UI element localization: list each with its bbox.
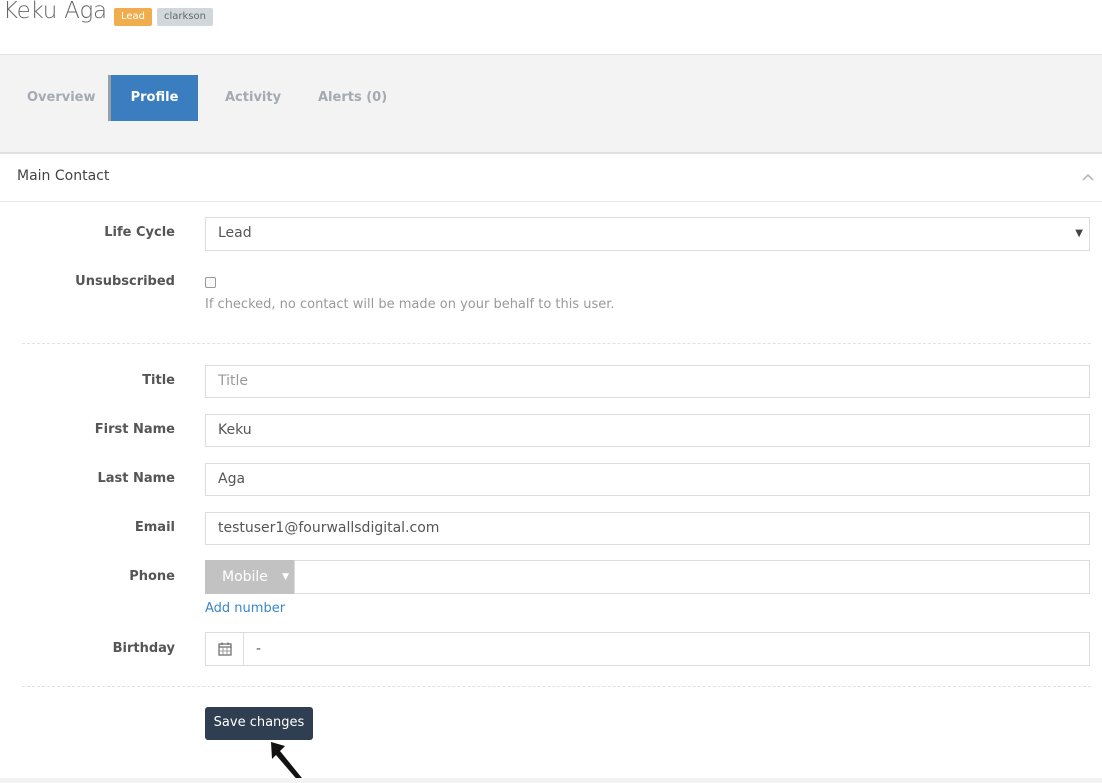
phone-type-select[interactable]: Mobile ▼ (205, 560, 294, 594)
panel-title: Main Contact (17, 168, 110, 184)
first-name-input[interactable]: Keku (205, 414, 1090, 447)
main-contact-panel: Main Contact Life Cycle Lead ▼ Unsubscri… (0, 152, 1102, 778)
calendar-icon (218, 642, 232, 656)
tab-activity[interactable]: Activity (225, 75, 281, 121)
title-input[interactable]: Title (205, 365, 1090, 398)
lifecycle-badge: Lead (114, 8, 153, 26)
birthday-input[interactable]: - (243, 632, 1090, 666)
tab-overview[interactable]: Overview (27, 75, 96, 121)
unsubscribed-help: If checked, no contact will be made on y… (205, 297, 615, 312)
tab-profile[interactable]: Profile (108, 75, 198, 121)
save-button[interactable]: Save changes (205, 707, 313, 740)
last-name-label: Last Name (97, 471, 175, 486)
section-divider (22, 686, 1091, 687)
owner-badge: clarkson (157, 8, 213, 26)
page-footer-band (0, 778, 1102, 783)
life-cycle-select[interactable]: Lead ▼ (205, 217, 1090, 251)
chevron-up-icon[interactable] (1081, 170, 1095, 184)
email-input[interactable]: testuser1@fourwallsdigital.com (205, 512, 1090, 545)
phone-number-input[interactable] (294, 560, 1090, 594)
tab-bar: Overview Profile Activity Alerts (0) (0, 55, 1102, 152)
email-label: Email (134, 520, 175, 535)
life-cycle-label: Life Cycle (104, 225, 175, 240)
first-name-label: First Name (94, 422, 175, 437)
calendar-button[interactable] (205, 632, 244, 666)
contact-name: Keku Aga (3, 0, 107, 24)
birthday-label: Birthday (112, 641, 175, 656)
arrow-pointer-icon (271, 742, 306, 783)
life-cycle-value: Lead (218, 225, 252, 241)
section-divider (22, 343, 1091, 344)
add-number-link[interactable]: Add number (205, 601, 285, 616)
dropdown-caret-icon: ▼ (1075, 228, 1083, 239)
dropdown-caret-icon: ▼ (282, 572, 289, 582)
title-label: Title (142, 373, 175, 388)
phone-label: Phone (129, 569, 175, 584)
last-name-input[interactable]: Aga (205, 463, 1090, 496)
phone-type-value: Mobile (222, 569, 268, 585)
unsubscribed-checkbox[interactable] (205, 277, 216, 288)
panel-header: Main Contact (0, 154, 1102, 202)
tab-alerts[interactable]: Alerts (0) (318, 75, 387, 121)
unsubscribed-label: Unsubscribed (75, 274, 175, 289)
contact-header: Keku Aga Lead clarkson (0, 0, 1102, 55)
